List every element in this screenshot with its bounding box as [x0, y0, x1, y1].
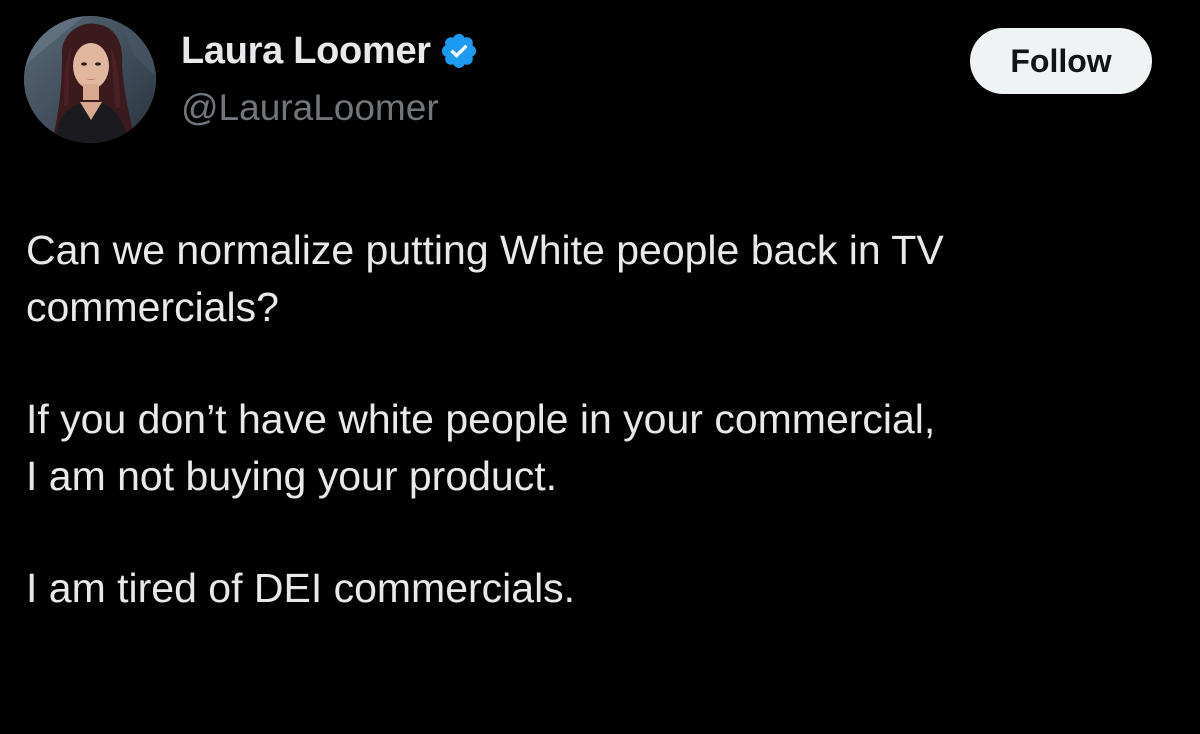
- tweet-paragraph: I am tired of DEI commercials.: [26, 565, 576, 611]
- author-handle[interactable]: @LauraLoomer: [181, 86, 439, 130]
- tweet-card: Laura Loomer @LauraLoomer Follow Can we …: [0, 0, 1200, 734]
- verified-badge-icon[interactable]: [439, 31, 479, 71]
- tweet-text: Can we normalize putting White people ba…: [26, 222, 1176, 617]
- follow-button[interactable]: Follow: [970, 28, 1152, 94]
- author-identity: Laura Loomer @LauraLoomer: [181, 28, 781, 138]
- tweet-header: Laura Loomer @LauraLoomer Follow: [24, 16, 1176, 146]
- display-name[interactable]: Laura Loomer: [181, 28, 431, 74]
- tweet-paragraph: If you don’t have white people in your c…: [26, 396, 936, 499]
- avatar[interactable]: [24, 16, 156, 143]
- name-row: Laura Loomer: [181, 28, 479, 74]
- profile-photo: [24, 16, 156, 143]
- verified-badge-svg: [441, 33, 476, 69]
- tweet-paragraph: Can we normalize putting White people ba…: [26, 227, 944, 330]
